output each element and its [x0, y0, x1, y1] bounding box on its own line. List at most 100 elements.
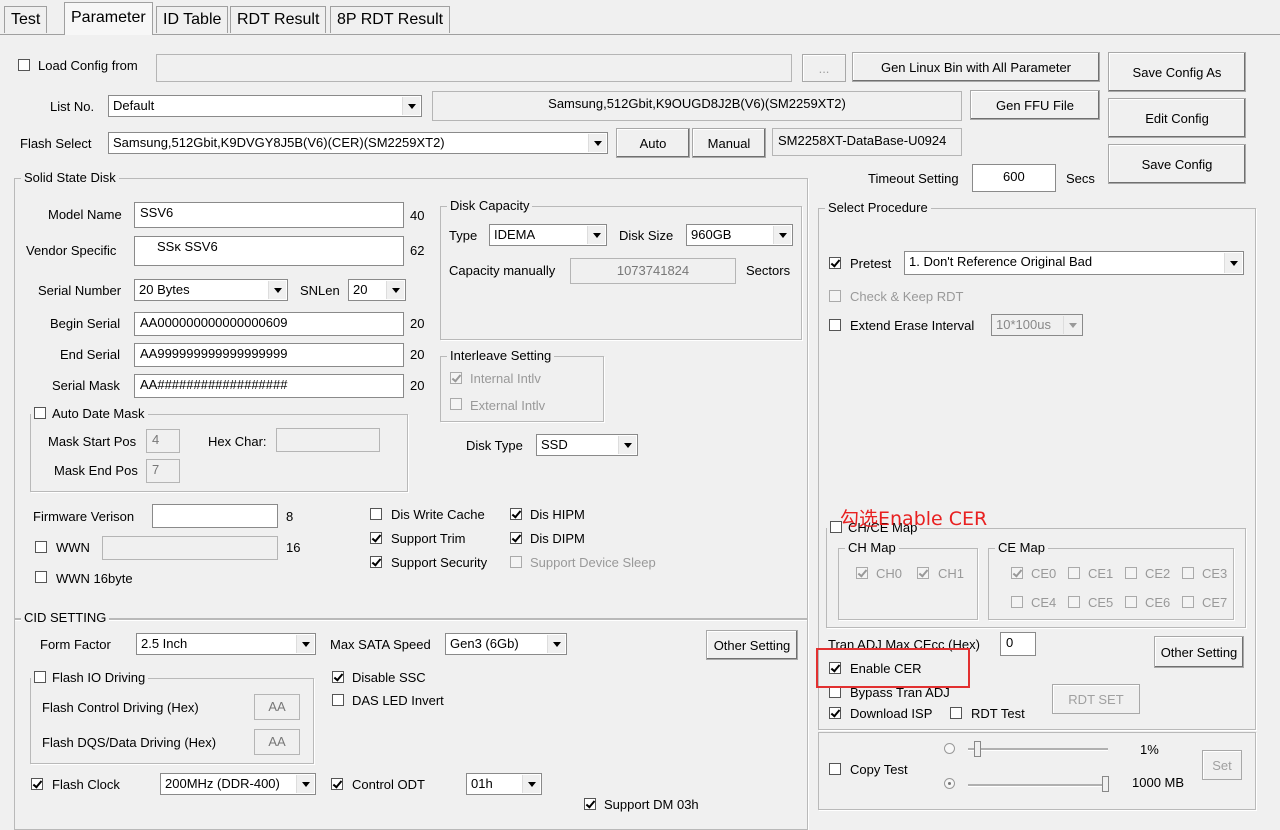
- mb-radio[interactable]: [944, 778, 955, 789]
- type-select[interactable]: IDEMA: [489, 224, 607, 246]
- load-config-checkbox[interactable]: [18, 59, 30, 71]
- save-config-as-button[interactable]: Save Config As: [1108, 52, 1246, 92]
- wwn-checkbox[interactable]: [35, 541, 47, 553]
- vendor-specific-input[interactable]: SSκ SSV6: [134, 236, 404, 266]
- vendor-specific-label: Vendor Specific: [26, 243, 117, 258]
- tab-label: RDT Result: [237, 11, 320, 28]
- begin-serial-input[interactable]: AA000000000000000609: [134, 312, 404, 336]
- flash-clock-label: Flash Clock: [52, 777, 120, 792]
- das-led-invert-checkbox[interactable]: [332, 694, 344, 706]
- ce7-checkbox[interactable]: [1182, 596, 1194, 608]
- ch-map-group: CH Map: [838, 540, 978, 620]
- support-security-checkbox[interactable]: [370, 556, 382, 568]
- flash-clock-checkbox[interactable]: [31, 778, 43, 790]
- capacity-manually-input[interactable]: 1073741824: [570, 258, 736, 284]
- ce6-checkbox[interactable]: [1125, 596, 1137, 608]
- tab-test[interactable]: Test: [4, 6, 48, 33]
- timeout-input[interactable]: 600: [972, 164, 1056, 192]
- serial-number-value: 20 Bytes: [139, 282, 190, 297]
- ce2-checkbox[interactable]: [1125, 567, 1137, 579]
- wwn-input[interactable]: [102, 536, 278, 560]
- serial-mask-input[interactable]: AA##################: [134, 374, 404, 398]
- control-odt-select[interactable]: 01h: [466, 773, 542, 795]
- end-serial-input[interactable]: AA999999999999999999: [134, 343, 404, 367]
- flash-select-select[interactable]: Samsung,512Gbit,K9DVGY8J5B(V6)(CER)(SM22…: [108, 132, 608, 154]
- dis-write-cache-checkbox[interactable]: [370, 508, 382, 520]
- percent-slider-thumb[interactable]: [974, 741, 981, 757]
- pretest-checkbox[interactable]: [829, 257, 841, 269]
- snlen-select[interactable]: 20: [348, 279, 406, 301]
- tab-rdt-result[interactable]: RDT Result: [230, 6, 327, 33]
- list-no-label: List No.: [50, 99, 95, 114]
- mb-slider-thumb[interactable]: [1102, 776, 1109, 792]
- sectors-label: Sectors: [746, 263, 791, 278]
- hex-char-input[interactable]: [276, 428, 380, 452]
- gen-ffu-button[interactable]: Gen FFU File: [970, 90, 1100, 120]
- extend-erase-checkbox[interactable]: [829, 319, 841, 331]
- copy-test-set-button[interactable]: Set: [1202, 750, 1242, 780]
- manual-label: Manual: [707, 135, 751, 151]
- percent-radio[interactable]: [944, 743, 955, 754]
- download-isp-checkbox[interactable]: [829, 707, 841, 719]
- support-device-sleep-checkbox[interactable]: [510, 556, 522, 568]
- extend-erase-select[interactable]: 10*100us: [991, 314, 1083, 336]
- flash-dqs-driving-input[interactable]: AA: [254, 729, 300, 755]
- load-config-path-field[interactable]: [156, 54, 792, 82]
- manual-button[interactable]: Manual: [692, 128, 766, 158]
- rdt-set-button[interactable]: RDT SET: [1052, 684, 1140, 714]
- internal-intlv-label: Internal Intlv: [470, 371, 541, 386]
- ch0-checkbox[interactable]: [856, 567, 868, 579]
- internal-intlv-checkbox[interactable]: [450, 372, 462, 384]
- serial-mask-label: Serial Mask: [52, 378, 120, 393]
- edit-config-button[interactable]: Edit Config: [1108, 98, 1246, 138]
- pretest-value: 1. Don't Reference Original Bad: [909, 254, 1093, 269]
- mask-end-input[interactable]: 7: [146, 459, 180, 483]
- support-dm-checkbox[interactable]: [584, 798, 596, 810]
- disk-type-select[interactable]: SSD: [536, 434, 638, 456]
- auto-date-mask-group: Auto Date Mask: [30, 406, 408, 492]
- max-sata-speed-select[interactable]: Gen3 (6Gb): [445, 633, 567, 655]
- annotation-highlight-box: [816, 648, 970, 688]
- mask-start-input[interactable]: 4: [146, 429, 180, 453]
- wwn16-checkbox[interactable]: [35, 571, 47, 583]
- copy-test-checkbox[interactable]: [829, 763, 841, 775]
- list-no-select[interactable]: Default: [108, 95, 422, 117]
- flash-clock-select[interactable]: 200MHz (DDR-400): [160, 773, 316, 795]
- model-name-input[interactable]: SSV6: [134, 202, 404, 228]
- auto-button[interactable]: Auto: [616, 128, 690, 158]
- flash-io-driving-checkbox[interactable]: [34, 671, 46, 683]
- rdt-test-checkbox[interactable]: [950, 707, 962, 719]
- tab-8p-rdt-result[interactable]: 8P RDT Result: [330, 6, 451, 33]
- tran-adj-max-input[interactable]: 0: [1000, 632, 1036, 656]
- control-odt-checkbox[interactable]: [331, 778, 343, 790]
- external-intlv-checkbox[interactable]: [450, 398, 462, 410]
- pretest-select[interactable]: 1. Don't Reference Original Bad: [904, 251, 1244, 275]
- ce1-checkbox[interactable]: [1068, 567, 1080, 579]
- ch1-checkbox[interactable]: [917, 567, 929, 579]
- auto-date-mask-checkbox[interactable]: [34, 407, 46, 419]
- tab-id-table[interactable]: ID Table: [156, 6, 229, 33]
- support-trim-checkbox[interactable]: [370, 532, 382, 544]
- dis-dipm-checkbox[interactable]: [510, 532, 522, 544]
- ce5-checkbox[interactable]: [1068, 596, 1080, 608]
- browse-button[interactable]: ...: [802, 54, 846, 82]
- form-factor-select[interactable]: 2.5 Inch: [136, 633, 316, 655]
- firmware-version-input[interactable]: [152, 504, 278, 528]
- disk-size-select[interactable]: 960GB: [686, 224, 793, 246]
- serial-number-select[interactable]: 20 Bytes: [134, 279, 288, 301]
- tab-parameter[interactable]: Parameter: [64, 2, 153, 35]
- cid-other-setting-button[interactable]: Other Setting: [706, 630, 798, 660]
- gen-linux-bin-button[interactable]: Gen Linux Bin with All Parameter: [852, 52, 1100, 82]
- flash-control-driving-input[interactable]: AA: [254, 694, 300, 720]
- ce3-checkbox[interactable]: [1182, 567, 1194, 579]
- secs-label: Secs: [1066, 171, 1095, 186]
- dis-hipm-checkbox[interactable]: [510, 508, 522, 520]
- ce4-checkbox[interactable]: [1011, 596, 1023, 608]
- ce0-checkbox[interactable]: [1011, 567, 1023, 579]
- chevron-down-icon: [268, 281, 286, 299]
- end-serial-length: 20: [410, 347, 425, 362]
- procedure-other-setting-button[interactable]: Other Setting: [1154, 636, 1244, 668]
- check-keep-rdt-checkbox[interactable]: [829, 290, 841, 302]
- save-config-button[interactable]: Save Config: [1108, 144, 1246, 184]
- disable-ssc-checkbox[interactable]: [332, 671, 344, 683]
